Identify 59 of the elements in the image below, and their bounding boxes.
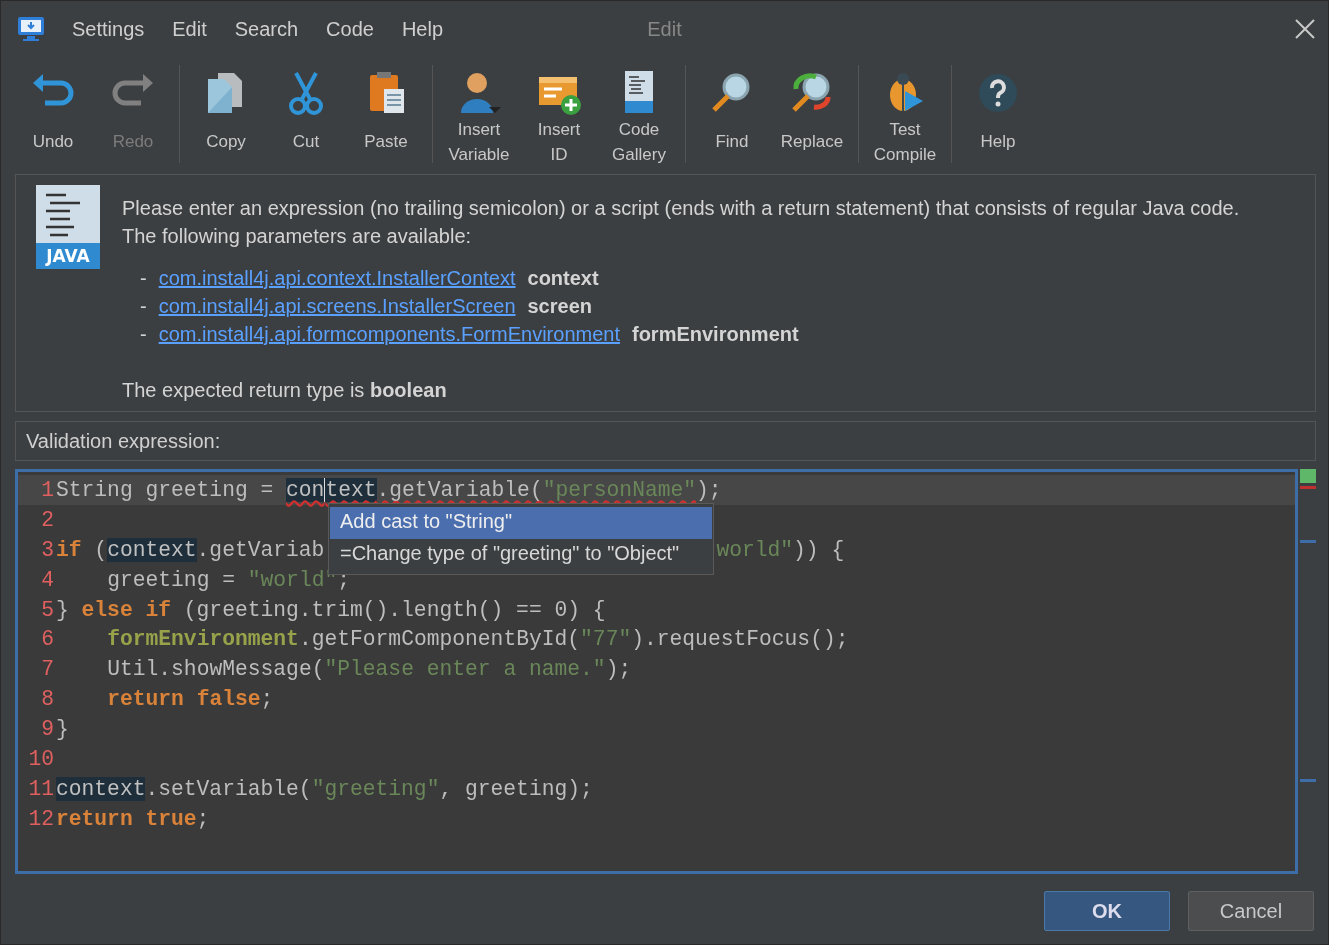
code-line: Util.showMessage("Please enter a name."); [106, 657, 632, 682]
parameter-name: formEnvironment [631, 322, 799, 347]
line-number: 7 [40, 657, 54, 682]
menu-item[interactable]: Help [401, 17, 444, 41]
close-icon[interactable] [1294, 18, 1316, 40]
line-number: 4 [40, 567, 54, 592]
toolbar-button[interactable]: Help [958, 63, 1038, 165]
type-link[interactable]: com.install4j.api.context.InstallerContext [158, 264, 516, 292]
expression-label: Validation expression: [26, 429, 221, 453]
suggestion-item[interactable]: Add cast to "String" [330, 507, 712, 539]
toolbar-button[interactable]: Paste [346, 63, 426, 165]
app-icon [16, 14, 46, 44]
type-link[interactable]: com.install4j.api.formcomponents.FormEnvironment [158, 320, 620, 348]
code-line: String greeting = context.getVariable("personName"); [56, 477, 722, 502]
line-number: 11 [27, 776, 54, 801]
code-line: } else if (greeting.trim().length() == 0) { [56, 597, 606, 622]
code-editor[interactable] [15, 469, 1298, 874]
line-number: 8 [40, 687, 54, 712]
parameter-name: context [527, 266, 599, 291]
toolbar-button[interactable]: Test Compile [865, 63, 945, 165]
toolbar-button[interactable]: Insert Variable [439, 63, 519, 165]
java-file-icon: JAVA [36, 185, 100, 269]
line-number: 10 [27, 746, 54, 771]
ok-button[interactable]: OK [1044, 891, 1170, 931]
line-number: 2 [40, 507, 54, 532]
menu-item[interactable]: Settings [72, 17, 145, 41]
parameter-name: screen [527, 294, 592, 319]
code-line: world")) { [716, 537, 845, 562]
toolbar-button[interactable]: Code Gallery [599, 63, 679, 165]
line-number: 9 [40, 717, 54, 742]
list-dash: - [140, 266, 147, 291]
list-dash: - [140, 294, 147, 319]
code-line: context.setVariable("greeting", greeting); [56, 776, 593, 801]
toolbar-button[interactable]: Cut [266, 63, 346, 165]
line-number: 12 [27, 806, 54, 831]
code-line: formEnvironment.getFormComponentById("77").requestFocus(); [106, 627, 849, 652]
toolbar-button[interactable]: Insert ID [519, 63, 599, 165]
code-line: } [56, 717, 69, 742]
toolbar-button[interactable]: Replace [772, 63, 852, 165]
type-link[interactable]: com.install4j.api.screens.InstallerScreen [158, 292, 516, 320]
toolbar-button[interactable]: Undo [13, 63, 93, 165]
list-dash: - [140, 322, 147, 347]
suggestion-item[interactable]: =Change type of "greeting" to "Object" [330, 539, 712, 571]
cancel-button[interactable]: Cancel [1188, 891, 1314, 931]
return-type-text: The expected return type is boolean [122, 378, 448, 403]
code-line: return true; [56, 806, 210, 831]
menu-item[interactable]: Search [234, 17, 299, 41]
window-title: Edit [647, 17, 682, 40]
menu-item[interactable]: Edit [172, 17, 207, 41]
description-text: Please enter an expression (no trailing semicolon) or a script (ends with a return statement) that consists of regular Java code. The following parameters are available: [122, 196, 1241, 249]
toolbar-button[interactable]: Copy [186, 63, 266, 165]
code-line: return false; [106, 687, 274, 712]
line-number: 1 [40, 477, 54, 502]
toolbar-button[interactable]: Find [692, 63, 772, 165]
menu-item[interactable]: Code [326, 17, 374, 41]
code-line: if (context.getVariab [56, 537, 325, 562]
line-number: 5 [40, 597, 54, 622]
line-number: 3 [40, 537, 54, 562]
line-number: 6 [40, 627, 54, 652]
